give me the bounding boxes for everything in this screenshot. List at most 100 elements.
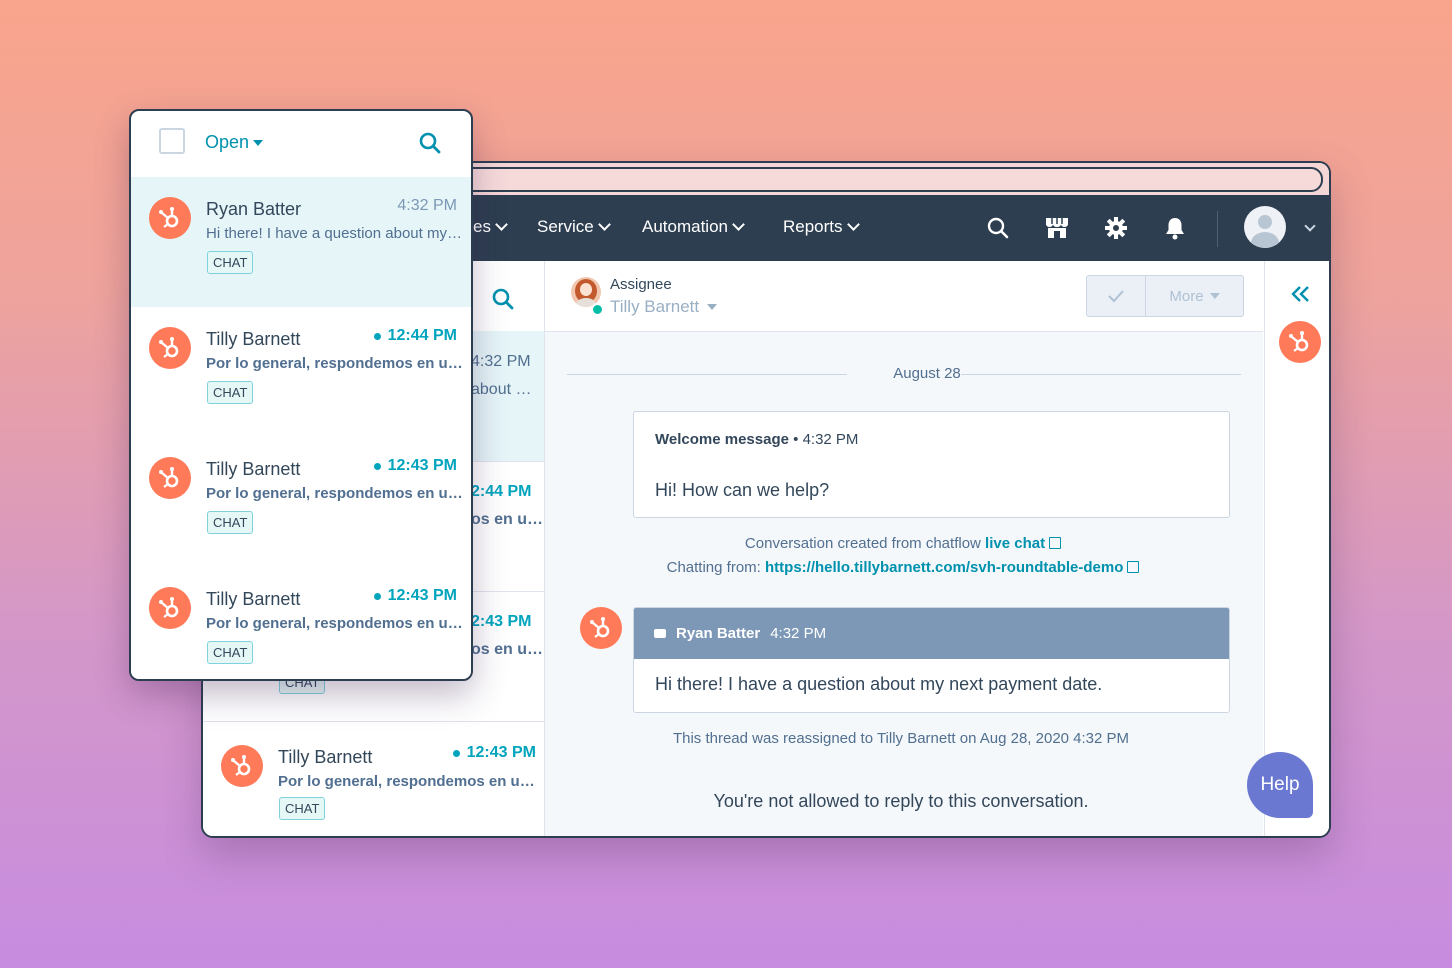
marketplace-icon[interactable]	[1044, 215, 1070, 241]
caret-down-icon	[707, 304, 718, 310]
row-time: 12:43 PM	[373, 587, 457, 605]
chevron-down-icon	[846, 218, 860, 231]
search-icon[interactable]	[985, 215, 1011, 241]
chevron-down-icon[interactable]	[1304, 220, 1316, 232]
row-time: 4:32 PM	[397, 197, 457, 215]
nav-item-label: es	[473, 217, 491, 236]
welcome-header: Welcome message • 4:32 PM	[655, 431, 859, 448]
no-reply-note: You're not allowed to reply to this conv…	[713, 791, 1089, 811]
row-time: 12:43 PM	[373, 457, 457, 475]
hubspot-logo-icon	[149, 587, 191, 629]
row-time-text: 12:43 PM	[387, 587, 457, 604]
collapse-double-chevron-icon[interactable]	[1291, 285, 1311, 308]
nav-item-truncated[interactable]: es	[473, 217, 508, 237]
online-status-dot	[591, 303, 604, 316]
hubspot-logo-icon	[221, 745, 263, 787]
chevron-down-icon	[732, 218, 745, 231]
more-label: More	[1169, 287, 1204, 305]
nav-item-label: Reports	[783, 217, 843, 236]
conversation-row[interactable]: Tilly Barnett 12:44 PM Por lo general, res…	[131, 307, 471, 438]
created-prefix: Conversation created from chatflow	[744, 535, 981, 552]
row-time: 12:43 PM	[452, 744, 536, 762]
row-preview: Por lo general, respondemos en unas hora…	[206, 615, 464, 632]
row-time-text: 12:43 PM	[466, 744, 536, 761]
help-button[interactable]: Help	[1247, 752, 1313, 818]
help-label: Help	[1260, 774, 1300, 795]
channel-tag: CHAT	[207, 641, 254, 664]
hubspot-logo-icon[interactable]	[1279, 321, 1321, 363]
caret-down-icon	[1209, 293, 1220, 299]
row-preview: os en u…	[471, 641, 544, 658]
conversation-row[interactable]: Tilly Barnett 12:43 PM Por lo general, res…	[131, 567, 471, 679]
nav-item-reports[interactable]: Reports	[783, 217, 860, 237]
status-filter-dropdown[interactable]: Open	[205, 132, 264, 153]
channel-tag: CHAT	[207, 251, 254, 274]
row-preview: Hi there! I have a question about my nex…	[206, 225, 464, 242]
visitor-message-card: Ryan Batter 4:32 PM Hi there! I have a q…	[633, 607, 1230, 713]
chatting-from-info: Chatting from: https://hello.tillybarnet…	[543, 559, 1263, 576]
channel-tag: CHAT	[207, 511, 254, 534]
welcome-title: Welcome message	[655, 431, 789, 448]
row-time-text: 12:43 PM	[387, 457, 457, 474]
row-preview: os en u…	[471, 511, 544, 528]
inbox-list-header: Open	[131, 111, 471, 178]
nav-item-service[interactable]: Service	[537, 217, 611, 237]
notifications-bell-icon[interactable]	[1162, 215, 1188, 241]
date-separator: August 28	[567, 363, 1241, 385]
unread-dot	[373, 332, 381, 340]
chevron-down-icon	[597, 218, 611, 231]
conversation-row[interactable]: Tilly Barnett 12:43 PM Por lo general, res…	[131, 437, 471, 568]
channel-tag: CHAT	[279, 797, 326, 820]
message-time: 4:32 PM	[770, 625, 827, 642]
channel-tag: CHAT	[207, 381, 254, 404]
row-preview: about …	[471, 381, 532, 398]
contact-name: Tilly Barnett	[206, 329, 301, 349]
conversation-pane: Assignee Tilly Barnett More August 28 We…	[545, 261, 1263, 836]
row-time-text: 4:32 PM	[397, 197, 457, 214]
status-filter-label: Open	[205, 132, 250, 152]
select-all-checkbox[interactable]	[159, 128, 185, 154]
nav-item-automation[interactable]: Automation	[642, 217, 745, 237]
contact-name: Tilly Barnett	[278, 747, 373, 767]
hubspot-logo-icon	[149, 197, 191, 239]
live-chat-link[interactable]: live chat	[985, 535, 1045, 552]
row-time: 12:44 PM	[373, 327, 457, 345]
welcome-time: 4:32 PM	[802, 431, 859, 448]
nav-item-label: Service	[537, 217, 594, 236]
contact-name: Ryan Batter	[206, 199, 302, 219]
nav-divider	[1217, 211, 1218, 247]
inbox-list-panel: Open Ryan Batter 4:32 PM Hi there! I have …	[129, 109, 473, 681]
conversation-header: Assignee Tilly Barnett More	[545, 261, 1263, 332]
chatflow-info: Conversation created from chatflow live …	[543, 535, 1263, 552]
search-icon[interactable]	[491, 287, 515, 316]
caret-down-icon	[253, 139, 264, 146]
hubspot-logo-icon	[149, 327, 191, 369]
assignee-label: Assignee	[610, 276, 672, 293]
contact-name: Tilly Barnett	[206, 589, 301, 609]
search-icon[interactable]	[418, 131, 442, 160]
settings-gear-icon[interactable]	[1103, 215, 1129, 241]
list-item[interactable]: Tilly Barnett 12:43 PM Por lo general, r…	[203, 721, 544, 836]
row-preview: Por lo general, respondemos en u…	[278, 773, 535, 790]
hubspot-logo-icon	[149, 457, 191, 499]
row-preview: Por lo general, respondemos en unas hora…	[206, 485, 464, 502]
chat-bubble-icon	[654, 629, 666, 638]
contact-name: Tilly Barnett	[206, 459, 301, 479]
conversation-row[interactable]: Ryan Batter 4:32 PM Hi there! I have a que…	[131, 177, 471, 308]
header-action-buttons: More	[1086, 275, 1244, 317]
external-link-icon	[1127, 561, 1140, 573]
message-sender: Ryan Batter	[676, 625, 761, 642]
hubspot-logo-icon	[580, 607, 622, 649]
row-time: 4:32 PM	[471, 353, 531, 370]
message-header: Ryan Batter 4:32 PM	[634, 608, 1229, 659]
more-button[interactable]: More	[1146, 276, 1243, 316]
address-bar[interactable]	[453, 167, 1323, 192]
welcome-message-card: Welcome message • 4:32 PM Hi! How can we…	[633, 411, 1230, 518]
chatting-from-link[interactable]: https://hello.tillybarnett.com/svh-round…	[765, 559, 1123, 576]
user-avatar[interactable]	[1244, 206, 1286, 248]
welcome-text: Hi! How can we help?	[655, 480, 830, 500]
checkmark-icon	[1108, 290, 1124, 303]
assignee-dropdown[interactable]: Tilly Barnett	[610, 297, 718, 317]
close-conversation-button[interactable]	[1087, 276, 1146, 316]
row-time: 2:43 PM	[471, 613, 532, 630]
